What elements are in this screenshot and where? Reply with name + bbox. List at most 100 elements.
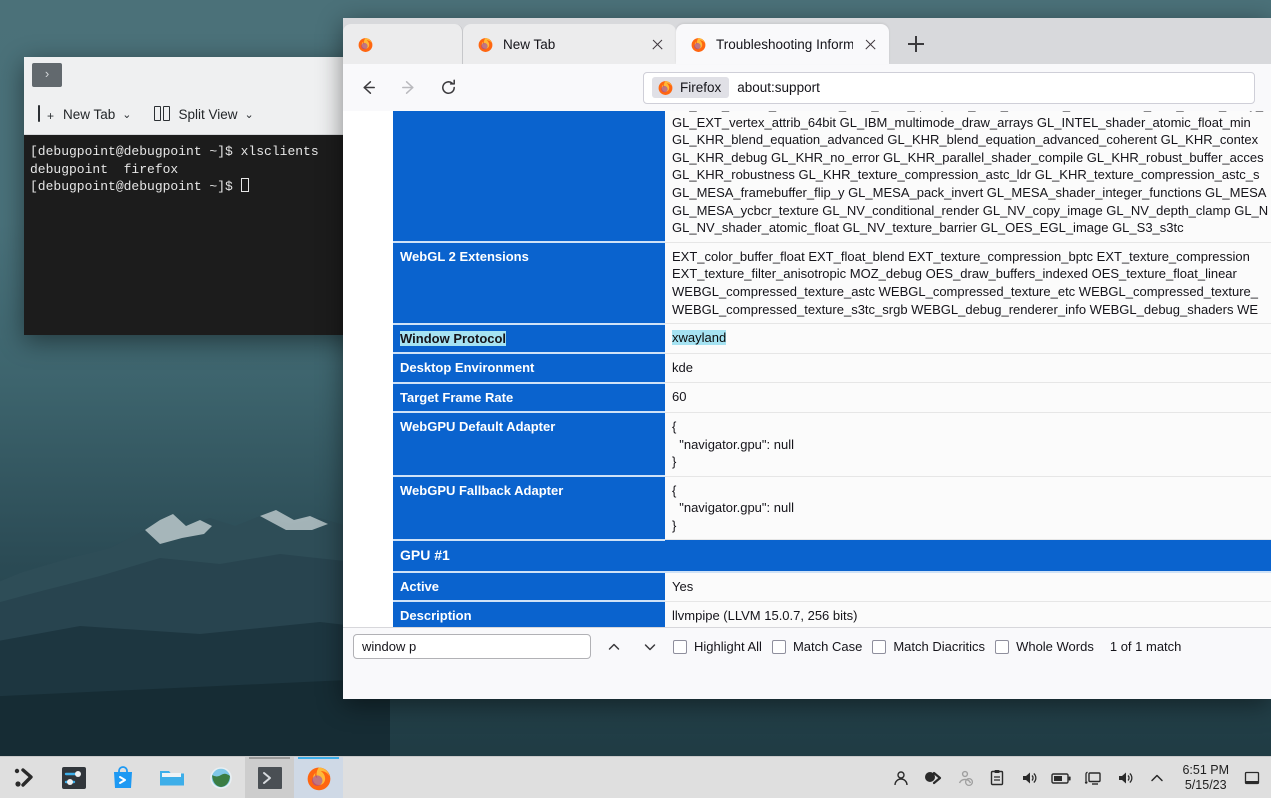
close-icon[interactable] bbox=[862, 36, 879, 53]
terminal-taskbar-button[interactable] bbox=[245, 757, 294, 798]
terminal-tab-button[interactable]: › bbox=[32, 63, 62, 87]
table-row: Window Protocol xwayland bbox=[393, 324, 1271, 354]
chevron-down-icon[interactable]: ⌄ bbox=[245, 108, 254, 121]
clipboard-glyph bbox=[988, 769, 1006, 787]
battery-icon[interactable] bbox=[1046, 757, 1076, 798]
find-bar: Highlight All Match Case Match Diacritic… bbox=[343, 627, 1271, 665]
show-hidden-icons-button[interactable] bbox=[1142, 757, 1172, 798]
wallpaper-mountain bbox=[0, 398, 390, 758]
table-row: ActiveYes bbox=[393, 572, 1271, 602]
software-store-button[interactable] bbox=[98, 757, 147, 798]
find-input[interactable] bbox=[353, 634, 591, 659]
show-desktop-button[interactable] bbox=[1239, 757, 1265, 798]
row-value: EXT_color_buffer_float EXT_float_blend E… bbox=[665, 242, 1271, 323]
whole-words-label: Whole Words bbox=[1016, 639, 1094, 654]
terminal-line: [debugpoint@debugpoint ~]$ xlsclients bbox=[30, 144, 319, 159]
row-value: { "navigator.gpu": null } bbox=[665, 412, 1271, 476]
system-settings-button[interactable] bbox=[49, 757, 98, 798]
search-highlight: Window Protocol bbox=[400, 331, 506, 346]
user-icon[interactable] bbox=[886, 757, 916, 798]
new-tab-button[interactable] bbox=[899, 27, 933, 61]
find-next-button[interactable] bbox=[637, 635, 663, 659]
url-identity-chip[interactable]: Firefox bbox=[652, 77, 729, 98]
row-value: Yes bbox=[665, 572, 1271, 602]
clock-date: 5/15/23 bbox=[1182, 778, 1229, 793]
chevron-down-icon[interactable]: ⌄ bbox=[122, 108, 131, 121]
whole-words-checkbox[interactable]: Whole Words bbox=[995, 639, 1094, 654]
forward-button[interactable] bbox=[391, 72, 425, 104]
terminal-output[interactable]: [debugpoint@debugpoint ~]$ xlsclients de… bbox=[24, 135, 365, 335]
clipboard-icon[interactable] bbox=[982, 757, 1012, 798]
tab-strip: New Tab Troubleshooting Informati bbox=[343, 18, 1271, 64]
reload-button[interactable] bbox=[431, 72, 465, 104]
volume-icon[interactable] bbox=[1014, 757, 1044, 798]
network-display-icon[interactable] bbox=[1078, 757, 1108, 798]
terminal-split-view-button[interactable]: Split View ⌄ bbox=[154, 106, 254, 123]
close-icon[interactable] bbox=[649, 36, 666, 53]
web-browser-button[interactable] bbox=[196, 757, 245, 798]
row-key: WebGL 2 Extensions bbox=[393, 242, 665, 323]
navigation-toolbar: Firefox about:support bbox=[343, 64, 1271, 111]
globe-icon bbox=[208, 765, 234, 791]
find-previous-button[interactable] bbox=[601, 635, 627, 659]
row-value: kde bbox=[665, 353, 1271, 383]
firefox-icon bbox=[305, 764, 333, 792]
clock-time: 6:51 PM bbox=[1182, 763, 1229, 778]
match-diacritics-label: Match Diacritics bbox=[893, 639, 985, 654]
taskbar-apps bbox=[0, 757, 343, 798]
row-value: xwayland bbox=[665, 324, 1271, 354]
firefox-window[interactable]: New Tab Troubleshooting Informati bbox=[343, 18, 1271, 699]
arrow-left-icon bbox=[359, 78, 378, 97]
file-manager-button[interactable] bbox=[147, 757, 196, 798]
back-button[interactable] bbox=[351, 72, 385, 104]
tab-title: Troubleshooting Informati bbox=[716, 37, 853, 52]
chevron-down-icon bbox=[642, 639, 658, 655]
terminal-toolbar: New Tab ⌄ Split View ⌄ bbox=[24, 93, 365, 135]
tab-unnamed[interactable] bbox=[343, 24, 463, 64]
checkbox-box bbox=[995, 640, 1009, 654]
firefox-icon bbox=[690, 36, 707, 53]
match-case-checkbox[interactable]: Match Case bbox=[772, 639, 862, 654]
kde-connect-icon[interactable] bbox=[918, 757, 948, 798]
application-launcher-button[interactable] bbox=[0, 757, 49, 798]
terminal-cursor bbox=[241, 178, 249, 192]
tab-new-tab[interactable]: New Tab bbox=[463, 24, 676, 64]
row-value: { "navigator.gpu": null } bbox=[665, 476, 1271, 540]
firefox-taskbar-button[interactable] bbox=[294, 757, 343, 798]
taskbar: 6:51 PM 5/15/23 bbox=[0, 756, 1271, 798]
row-value: GL_EXT_texture_swizzle GL_EXT_timer_quer… bbox=[665, 111, 1271, 242]
search-highlight: xwayland bbox=[672, 330, 726, 345]
row-key: Window Protocol bbox=[393, 324, 665, 354]
highlight-all-checkbox[interactable]: Highlight All bbox=[673, 639, 762, 654]
row-key: Active bbox=[393, 572, 665, 602]
table-section-header: GPU #1 bbox=[393, 540, 1271, 572]
folder-icon bbox=[158, 765, 186, 791]
terminal-window[interactable]: › New Tab ⌄ Split View ⌄ [debugpoint@deb… bbox=[24, 57, 365, 335]
system-tray: 6:51 PM 5/15/23 bbox=[886, 757, 1271, 798]
url-bar[interactable]: Firefox about:support bbox=[643, 72, 1255, 104]
kde-connect-glyph bbox=[924, 769, 942, 787]
arrow-right-icon bbox=[399, 78, 418, 97]
tab-troubleshooting-information[interactable]: Troubleshooting Informati bbox=[676, 24, 889, 64]
audio-icon[interactable] bbox=[1110, 757, 1140, 798]
highlight-all-label: Highlight All bbox=[694, 639, 762, 654]
terminal-header: › New Tab ⌄ Split View ⌄ bbox=[24, 57, 365, 135]
user-glyph bbox=[892, 769, 910, 787]
reload-icon bbox=[439, 78, 458, 97]
chevron-up-icon bbox=[1149, 770, 1165, 786]
row-value: 60 bbox=[665, 383, 1271, 413]
url-chip-label: Firefox bbox=[680, 80, 721, 95]
page-content[interactable]: GL_EXT_texture_swizzle GL_EXT_timer_quer… bbox=[343, 111, 1271, 665]
firefox-icon bbox=[657, 79, 674, 96]
table-row: GL_EXT_texture_swizzle GL_EXT_timer_quer… bbox=[393, 111, 1271, 242]
match-diacritics-checkbox[interactable]: Match Diacritics bbox=[872, 639, 985, 654]
terminal-new-tab-button[interactable]: New Tab ⌄ bbox=[38, 106, 132, 123]
display-glyph bbox=[1084, 769, 1102, 787]
new-tab-icon bbox=[38, 106, 56, 123]
firefox-icon bbox=[477, 36, 494, 53]
accessibility-icon[interactable] bbox=[950, 757, 980, 798]
clock[interactable]: 6:51 PM 5/15/23 bbox=[1174, 763, 1237, 793]
url-text: about:support bbox=[737, 80, 820, 95]
table-row: Target Frame Rate60 bbox=[393, 383, 1271, 413]
chevron-up-icon bbox=[606, 639, 622, 655]
